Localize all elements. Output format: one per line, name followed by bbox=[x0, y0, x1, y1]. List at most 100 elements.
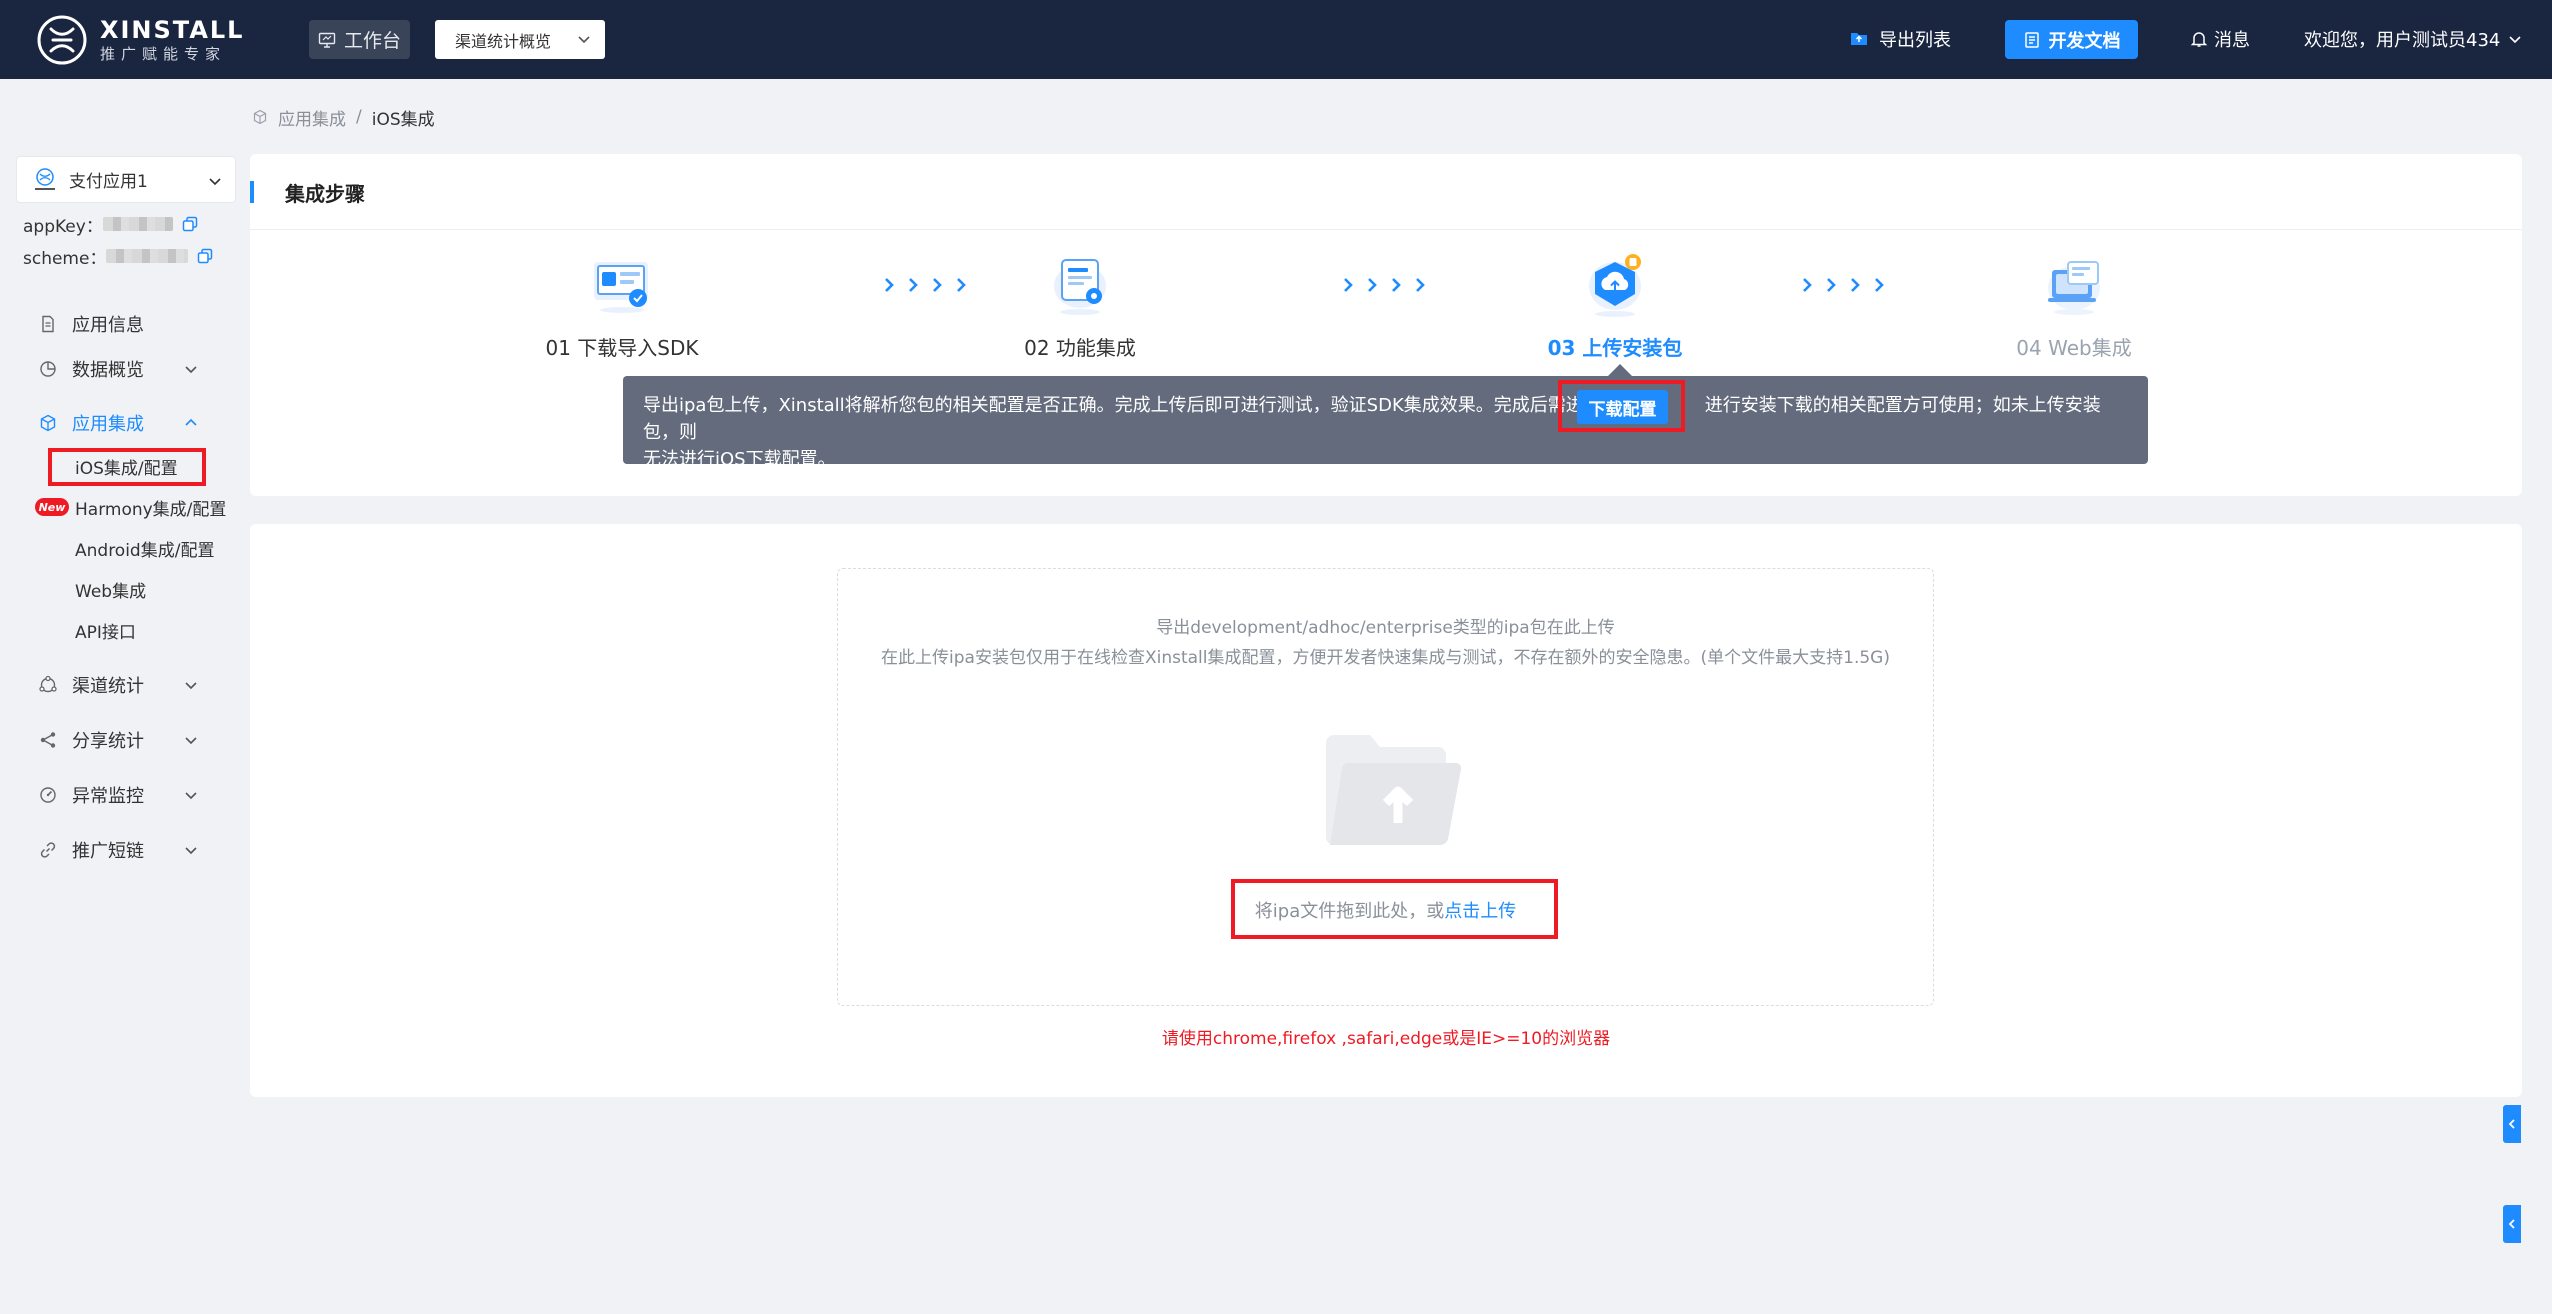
messages-label: 消息 bbox=[2214, 30, 2250, 51]
folder-export-icon bbox=[1851, 33, 1867, 45]
sidebar-item-share-stats[interactable]: 分享统计 bbox=[38, 725, 197, 755]
brand-tagline: 推广赋能专家 bbox=[100, 45, 227, 63]
submenu-item-label: Android集成/配置 bbox=[75, 540, 215, 561]
sidebar-item-channel-stats[interactable]: 渠道统计 bbox=[38, 670, 197, 700]
appkey-label: appKey： bbox=[23, 216, 103, 237]
sidebar-item-label: 推广短链 bbox=[72, 841, 144, 862]
chevron-down-icon bbox=[209, 178, 221, 186]
step-tip: 导出ipa包上传，Xinstall将解析您包的相关配置是否正确。完成上传后即可进… bbox=[623, 376, 2148, 470]
sidebar-item-short-links[interactable]: 推广短链 bbox=[38, 835, 197, 865]
submenu-item-web[interactable]: Web集成 bbox=[75, 575, 146, 603]
upload-card: 导出development/adhoc/enterprise类型的ipa包在此上… bbox=[250, 524, 2522, 1097]
channel-icon bbox=[39, 675, 57, 693]
export-list-link[interactable]: 导出列表 bbox=[1849, 24, 1951, 54]
sidebar-item-anomaly-monitor[interactable]: 异常监控 bbox=[38, 780, 197, 810]
submenu-item-label: Web集成 bbox=[75, 581, 147, 602]
workbench-label: 工作台 bbox=[343, 30, 401, 52]
app-selector[interactable]: 支付应用1 bbox=[16, 156, 236, 203]
collapse-panel-button[interactable] bbox=[2503, 1105, 2521, 1143]
ipa-dropzone[interactable]: 导出development/adhoc/enterprise类型的ipa包在此上… bbox=[837, 568, 1934, 1006]
upload-instruction: 导出development/adhoc/enterprise类型的ipa包在此上… bbox=[1156, 618, 1615, 638]
step-tip-text-end: 无法进行iOS下载配置。 bbox=[643, 449, 836, 470]
sidebar-item-data-overview[interactable]: 数据概览 bbox=[38, 354, 197, 384]
sidebar-item-app-integration[interactable]: 应用集成 bbox=[38, 408, 197, 438]
app-logo-icon bbox=[35, 167, 55, 190]
export-list-label: 导出列表 bbox=[1879, 30, 1951, 51]
step-label: 01 下载导入SDK bbox=[545, 336, 699, 360]
document-icon bbox=[2024, 31, 2039, 48]
step-upload-package[interactable]: 03 上传安装包 bbox=[1535, 248, 1695, 361]
breadcrumb-separator: / bbox=[356, 107, 362, 127]
step-arrows-icon bbox=[1803, 278, 1884, 292]
step-arrows-icon bbox=[885, 278, 966, 292]
step-web-integration[interactable]: 04 Web集成 bbox=[2004, 248, 2144, 361]
collapse-panel-button[interactable] bbox=[2503, 1205, 2521, 1243]
sidebar-item-label: 数据概览 bbox=[72, 360, 144, 381]
sidebar-item-label: 应用信息 bbox=[72, 315, 144, 336]
step-label: 02 功能集成 bbox=[1024, 336, 1136, 360]
overview-select-value: 渠道统计概览 bbox=[455, 31, 552, 51]
cloud-upload-icon bbox=[1589, 254, 1641, 317]
submenu-item-label: iOS集成/配置 bbox=[75, 458, 178, 479]
copy-icon[interactable] bbox=[181, 215, 199, 233]
copy-icon[interactable] bbox=[196, 247, 214, 265]
chevron-down-icon bbox=[185, 847, 197, 855]
user-menu[interactable]: 欢迎您，用户测试员434 bbox=[2304, 24, 2522, 54]
submenu-item-harmony[interactable]: Harmony集成/配置 bbox=[75, 493, 226, 521]
download-config-button[interactable]: 下载配置 bbox=[1577, 390, 1668, 424]
card-title: 集成步骤 bbox=[285, 182, 365, 206]
chevron-left-icon bbox=[2508, 1219, 2515, 1229]
appkey-value-masked bbox=[102, 217, 173, 231]
breadcrumb: 应用集成 / iOS集成 bbox=[252, 104, 435, 130]
top-navbar: XINSTALL 推广赋能专家 工作台 渠道统计概览 导出列表 开发文档 消息 … bbox=[0, 0, 2552, 79]
step-feature-integration[interactable]: 02 功能集成 bbox=[1010, 248, 1150, 361]
sidebar-item-label: 分享统计 bbox=[72, 731, 144, 752]
file-icon bbox=[42, 315, 54, 333]
step-label: 04 Web集成 bbox=[2016, 336, 2132, 360]
brand-logo[interactable]: XINSTALL 推广赋能专家 bbox=[36, 12, 244, 68]
bell-icon bbox=[2190, 32, 2208, 47]
submenu-item-label: Harmony集成/配置 bbox=[75, 499, 227, 520]
app-selector-value: 支付应用1 bbox=[69, 172, 148, 192]
step-arrows-icon bbox=[1344, 278, 1425, 292]
welcome-text: 欢迎您，用户测试员434 bbox=[2304, 30, 2501, 51]
sidebar-item-label: 渠道统计 bbox=[72, 676, 144, 697]
dev-docs-label: 开发文档 bbox=[2048, 30, 2121, 52]
card-header: 集成步骤 bbox=[250, 154, 2522, 230]
step-label: 03 上传安装包 bbox=[1547, 336, 1683, 360]
chevron-up-icon bbox=[185, 418, 197, 426]
breadcrumb-current: iOS集成 bbox=[371, 109, 435, 130]
chevron-down-icon bbox=[185, 737, 197, 745]
cube-icon bbox=[253, 109, 267, 125]
scheme-label: scheme： bbox=[23, 248, 107, 269]
chevron-down-icon bbox=[185, 682, 197, 690]
folder-upload-icon bbox=[1326, 735, 1462, 846]
cube-icon bbox=[40, 414, 56, 432]
step-download-sdk[interactable]: 01 下载导入SDK bbox=[542, 248, 702, 361]
submenu-item-ios[interactable]: iOS集成/配置 bbox=[75, 452, 178, 480]
workbench-button[interactable]: 工作台 bbox=[309, 20, 410, 59]
sidebar-item-app-info[interactable]: 应用信息 bbox=[38, 309, 144, 339]
integration-steps-card: 集成步骤 01 下载导入SDK 02 功能集成 03 上传安装包 04 Web集… bbox=[250, 154, 2522, 496]
share-icon bbox=[40, 732, 56, 748]
brand-name: XINSTALL bbox=[100, 16, 245, 44]
submenu-item-label: API接口 bbox=[75, 622, 136, 643]
chevron-down-icon bbox=[578, 36, 590, 44]
step-tip-text: 导出ipa包上传，Xinstall将解析您包的相关配置是否正确。完成上传后即可进… bbox=[643, 395, 1602, 416]
feature-integration-icon bbox=[1054, 259, 1106, 315]
breadcrumb-parent[interactable]: 应用集成 bbox=[278, 105, 346, 130]
chevron-down-icon bbox=[185, 366, 197, 374]
dev-docs-button[interactable]: 开发文档 bbox=[2005, 20, 2138, 59]
scheme-value-masked bbox=[106, 249, 189, 263]
tip-caret bbox=[1608, 364, 1632, 376]
sidebar-item-label: 应用集成 bbox=[72, 414, 144, 435]
chevron-left-icon bbox=[2508, 1119, 2515, 1129]
appkey-row: appKey： bbox=[23, 212, 199, 237]
chevron-down-icon bbox=[2509, 36, 2521, 44]
submenu-item-api[interactable]: API接口 bbox=[75, 616, 136, 644]
submenu-item-android[interactable]: Android集成/配置 bbox=[75, 534, 214, 562]
sdk-download-icon bbox=[594, 262, 648, 313]
overview-select[interactable]: 渠道统计概览 bbox=[435, 20, 605, 59]
messages-link[interactable]: 消息 bbox=[2190, 24, 2250, 54]
monitor-icon bbox=[318, 32, 336, 48]
